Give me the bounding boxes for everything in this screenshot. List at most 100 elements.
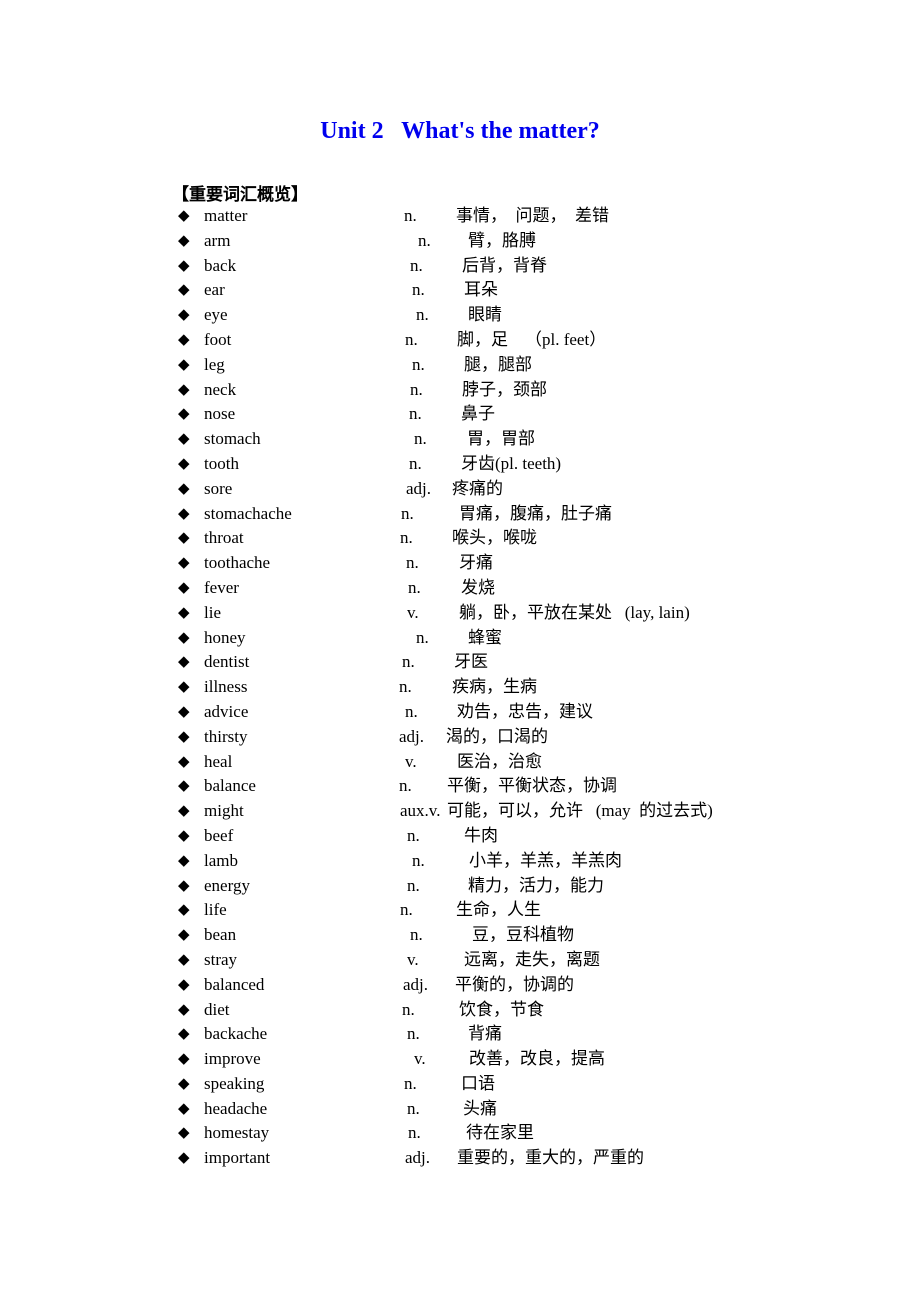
part-of-speech: n.	[402, 999, 415, 1019]
vocab-row: ◆ nose n. 鼻子	[176, 402, 876, 427]
diamond-bullet-icon: ◆	[178, 1051, 190, 1068]
part-of-speech: adj.	[405, 1148, 431, 1168]
vocab-meaning: 脚，足 （pl. feet）	[457, 329, 607, 349]
vocab-word: bean	[204, 925, 237, 945]
diamond-bullet-icon: ◆	[178, 307, 190, 324]
page-title: Unit 2 What's the matter?	[320, 118, 600, 144]
diamond-bullet-icon: ◆	[178, 257, 190, 274]
part-of-speech: n.	[407, 825, 420, 845]
vocab-row: ◆ stomach n. 胃，胃部	[176, 427, 876, 452]
part-of-speech: v.	[414, 1049, 426, 1069]
vocab-word: beef	[204, 825, 234, 845]
diamond-bullet-icon: ◆	[178, 703, 190, 720]
vocab-row: ◆ fever n. 发烧	[176, 576, 876, 601]
vocab-row: ◆ illness n. 疾病，生病	[176, 675, 876, 700]
part-of-speech: n.	[402, 652, 415, 672]
part-of-speech: n.	[405, 329, 418, 349]
vocab-word: leg	[204, 354, 225, 374]
vocab-word: backache	[204, 1024, 268, 1044]
vocab-meaning: 牙痛	[459, 553, 493, 573]
vocab-row: ◆ thirsty adj. 渴的，口渴的	[176, 725, 876, 750]
diamond-bullet-icon: ◆	[178, 1001, 190, 1018]
vocab-row: ◆ life n. 生命，人生	[176, 898, 876, 923]
part-of-speech: n.	[404, 1073, 417, 1093]
part-of-speech: adj.	[399, 726, 425, 746]
vocab-word: throat	[204, 528, 244, 548]
vocab-meaning: 精力，活力，能力	[468, 875, 604, 895]
vocab-row: ◆ lie v. 躺，卧，平放在某处 (lay, lain)	[176, 601, 876, 626]
diamond-bullet-icon: ◆	[178, 331, 190, 348]
vocab-meaning: 饮食，节食	[459, 999, 544, 1019]
diamond-bullet-icon: ◆	[178, 976, 190, 993]
vocab-meaning: 劝告，忠告，建议	[457, 701, 593, 721]
vocab-meaning: 疼痛的	[452, 478, 503, 498]
vocab-meaning: 事情， 问题， 差错	[456, 206, 609, 225]
diamond-bullet-icon: ◆	[178, 753, 190, 770]
part-of-speech: n.	[407, 1098, 420, 1118]
diamond-bullet-icon: ◆	[178, 951, 190, 968]
vocab-word: foot	[204, 329, 232, 349]
vocab-word: dentist	[204, 652, 250, 672]
vocab-row: ◆ might aux.v. 可能，可以，允许 (may 的过去式)	[176, 799, 876, 824]
vocab-word: might	[204, 801, 244, 821]
vocab-word: tooth	[204, 453, 239, 473]
vocab-row: ◆ dentist n. 牙医	[176, 650, 876, 675]
diamond-bullet-icon: ◆	[178, 505, 190, 522]
vocab-word: matter	[204, 206, 248, 225]
part-of-speech: n.	[412, 280, 425, 300]
vocab-word: diet	[204, 999, 230, 1019]
vocab-meaning: 重要的，重大的，严重的	[457, 1148, 644, 1168]
diamond-bullet-icon: ◆	[178, 629, 190, 646]
vocab-word: advice	[204, 701, 249, 721]
vocab-word: toothache	[204, 553, 271, 573]
part-of-speech: n.	[410, 925, 423, 945]
part-of-speech: n.	[409, 453, 422, 473]
part-of-speech: n.	[408, 577, 421, 597]
diamond-bullet-icon: ◆	[178, 1026, 190, 1043]
vocab-meaning: 头痛	[463, 1098, 497, 1118]
diamond-bullet-icon: ◆	[178, 1150, 190, 1167]
diamond-bullet-icon: ◆	[178, 1075, 190, 1092]
vocab-word: nose	[204, 404, 236, 424]
vocab-row: ◆ stomachache n. 胃痛，腹痛，肚子痛	[176, 502, 876, 527]
vocab-word: thirsty	[204, 726, 248, 746]
part-of-speech: n.	[416, 627, 429, 647]
diamond-bullet-icon: ◆	[178, 728, 190, 745]
part-of-speech: n.	[404, 206, 417, 225]
vocab-row: ◆ eye n. 眼睛	[176, 303, 876, 328]
vocab-row: ◆ honey n. 蜂蜜	[176, 626, 876, 651]
diamond-bullet-icon: ◆	[178, 877, 190, 894]
vocab-meaning: 臂，胳膊	[468, 230, 536, 250]
part-of-speech: adj.	[403, 974, 429, 994]
vocab-word: back	[204, 255, 237, 275]
vocab-meaning: 生命，人生	[456, 900, 541, 920]
vocab-row: ◆ matter n. 事情， 问题， 差错	[176, 204, 876, 229]
vocab-word: lie	[204, 602, 221, 622]
vocab-row: ◆ important adj. 重要的，重大的，严重的	[176, 1146, 876, 1171]
diamond-bullet-icon: ◆	[178, 778, 190, 795]
vocab-row: ◆ diet n. 饮食，节食	[176, 998, 876, 1023]
vocab-meaning: 牛肉	[464, 825, 498, 845]
vocab-row: ◆ advice n. 劝告，忠告，建议	[176, 700, 876, 725]
vocab-meaning: 疾病，生病	[452, 677, 537, 697]
vocab-row: ◆ speaking n. 口语	[176, 1072, 876, 1097]
vocab-meaning: 蜂蜜	[468, 627, 502, 647]
part-of-speech: n.	[400, 528, 413, 548]
diamond-bullet-icon: ◆	[178, 381, 190, 398]
vocab-row: ◆ lamb n. 小羊，羊羔，羊羔肉	[176, 849, 876, 874]
vocab-word: balanced	[204, 974, 265, 994]
vocab-row: ◆ neck n. 脖子，颈部	[176, 378, 876, 403]
diamond-bullet-icon: ◆	[178, 852, 190, 869]
vocab-row: ◆ homestay n. 待在家里	[176, 1121, 876, 1146]
diamond-bullet-icon: ◆	[178, 530, 190, 547]
vocab-meaning: 待在家里	[466, 1123, 534, 1143]
part-of-speech: n.	[418, 230, 431, 250]
part-of-speech: n.	[414, 429, 427, 449]
vocab-meaning: 改善，改良，提高	[469, 1049, 605, 1069]
diamond-bullet-icon: ◆	[178, 555, 190, 572]
vocab-row: ◆ beef n. 牛肉	[176, 824, 876, 849]
vocab-word: illness	[204, 677, 248, 697]
diamond-bullet-icon: ◆	[178, 803, 190, 820]
vocab-row: ◆ toothache n. 牙痛	[176, 551, 876, 576]
diamond-bullet-icon: ◆	[178, 827, 190, 844]
